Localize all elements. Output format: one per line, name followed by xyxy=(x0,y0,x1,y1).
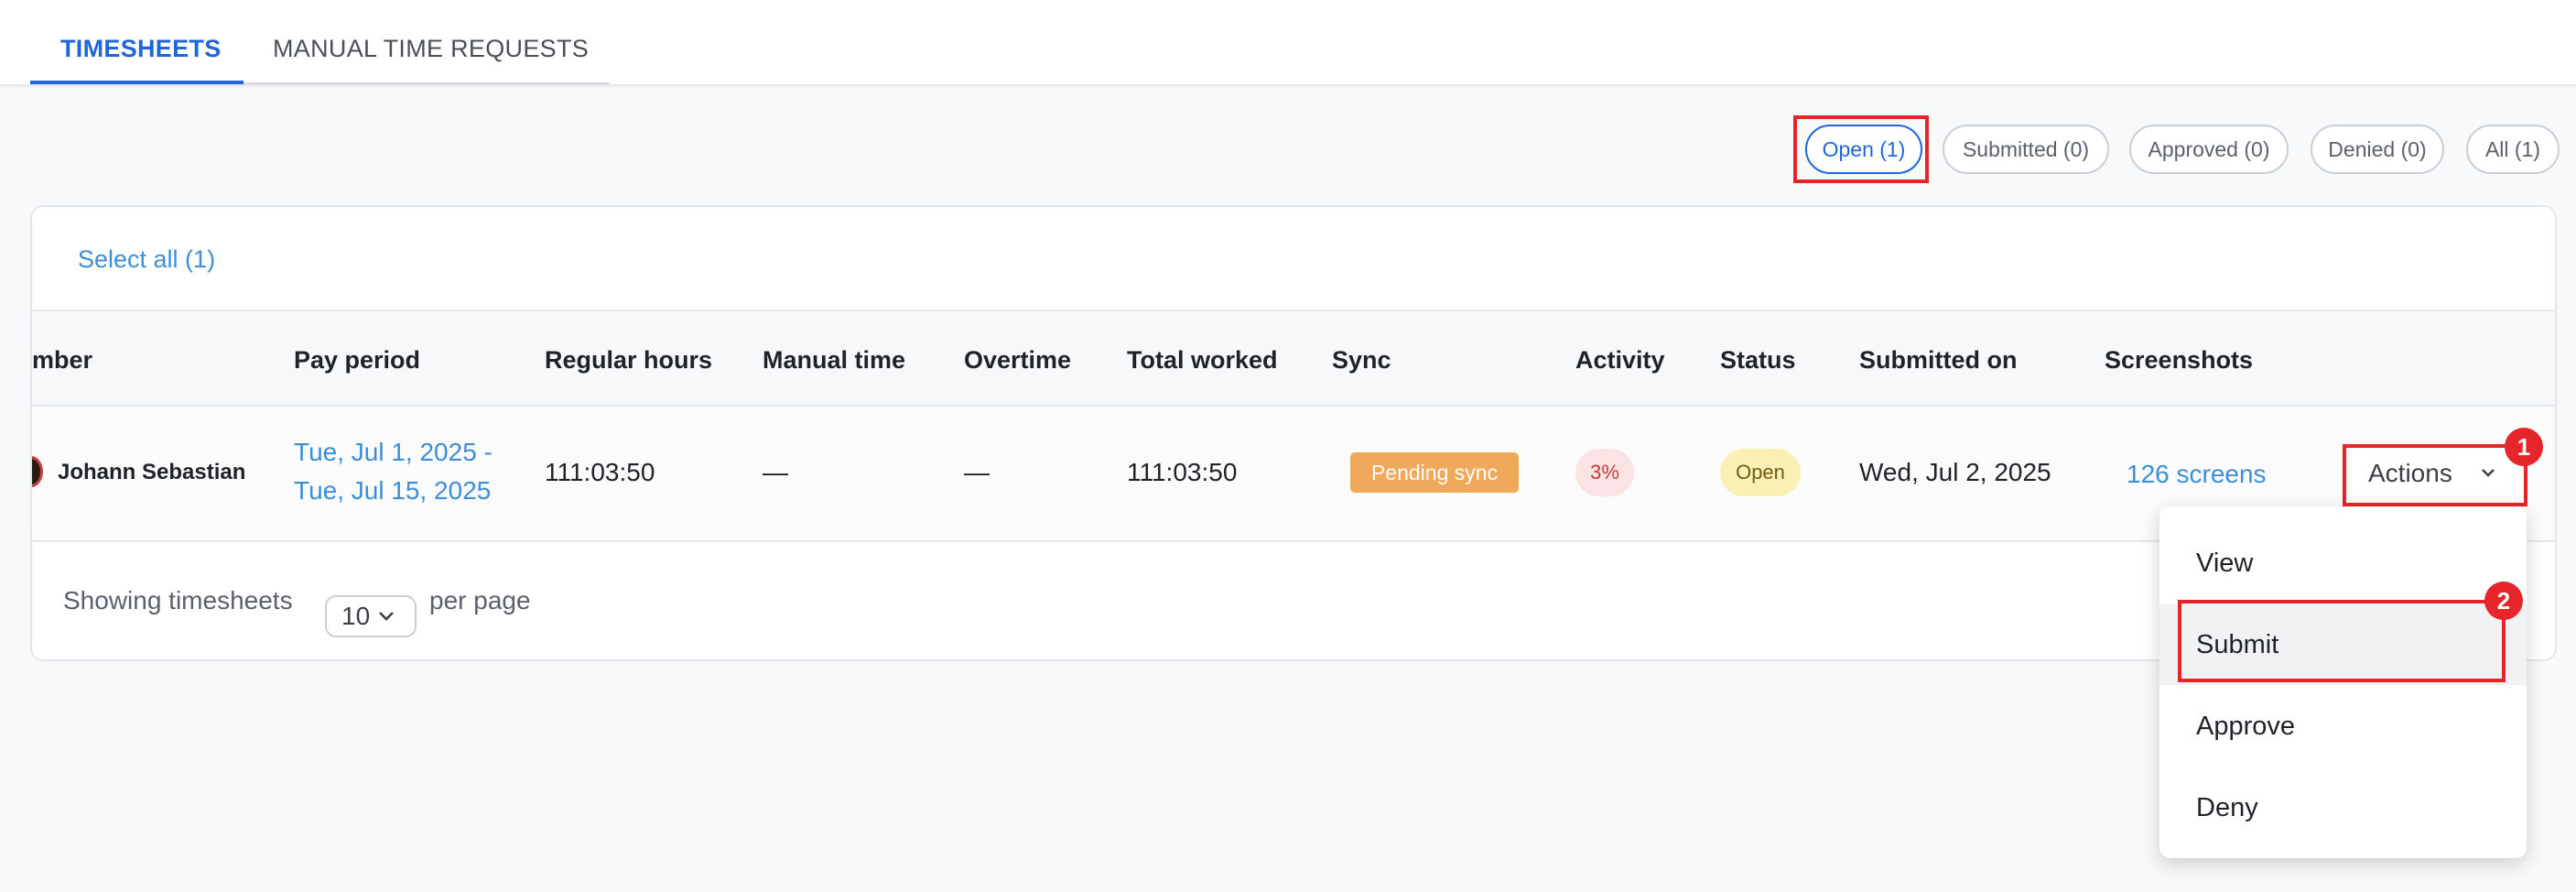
regular-hours-value: 111:03:50 xyxy=(545,458,655,486)
highlight-actions-button xyxy=(2343,444,2527,506)
select-all-link[interactable]: Select all (1) xyxy=(78,245,215,274)
per-page-select[interactable]: 10 xyxy=(325,595,417,637)
top-tab-bar: TIMESHEETS MANUAL TIME REQUESTS xyxy=(0,0,2576,86)
sync-status-badge: Pending sync xyxy=(1350,452,1519,493)
header-sync[interactable]: Sync xyxy=(1332,346,1391,375)
chevron-down-icon xyxy=(379,612,395,621)
tab-manual-time-requests[interactable]: MANUAL TIME REQUESTS xyxy=(273,35,589,63)
tab-timesheets[interactable]: TIMESHEETS xyxy=(60,35,222,63)
filter-submitted[interactable]: Submitted (0) xyxy=(1943,125,2109,174)
total-worked-value: 111:03:50 xyxy=(1127,458,1238,486)
filter-denied[interactable]: Denied (0) xyxy=(2311,125,2444,174)
actions-menu: View Submit Approve Deny xyxy=(2159,506,2527,858)
header-total-worked[interactable]: Total worked xyxy=(1127,346,1278,375)
pay-period-end[interactable]: Tue, Jul 15, 2025 xyxy=(294,476,491,506)
filter-approved[interactable]: Approved (0) xyxy=(2129,125,2289,174)
header-pay-period[interactable]: Pay period xyxy=(294,346,420,375)
member-name[interactable]: Johann Sebastian xyxy=(58,460,245,485)
avatar xyxy=(32,456,43,487)
manual-time-value: — xyxy=(763,458,788,486)
header-screenshots[interactable]: Screenshots xyxy=(2105,346,2253,375)
menu-item-view[interactable]: View xyxy=(2159,523,2527,604)
activity-badge: 3% xyxy=(1575,449,1634,496)
annotation-badge-1: 1 xyxy=(2505,428,2543,466)
filter-all[interactable]: All (1) xyxy=(2466,125,2560,174)
highlight-open-filter xyxy=(1793,115,1929,183)
header-manual-time[interactable]: Manual time xyxy=(763,346,905,375)
header-member[interactable]: mber xyxy=(32,346,92,375)
menu-item-deny[interactable]: Deny xyxy=(2159,767,2527,848)
header-submitted-on[interactable]: Submitted on xyxy=(1859,346,2017,375)
header-activity[interactable]: Activity xyxy=(1575,346,1665,375)
annotation-badge-2: 2 xyxy=(2484,582,2523,620)
per-page-value: 10 xyxy=(341,602,371,630)
highlight-submit-item xyxy=(2178,600,2506,682)
screenshots-link[interactable]: 126 screens xyxy=(2127,460,2267,489)
overtime-value: — xyxy=(964,458,990,486)
pay-period-start[interactable]: Tue, Jul 1, 2025 - xyxy=(294,438,492,467)
header-regular-hours[interactable]: Regular hours xyxy=(545,346,712,375)
menu-item-approve[interactable]: Approve xyxy=(2159,686,2527,767)
per-page-suffix: per page xyxy=(429,586,531,615)
status-badge: Open xyxy=(1720,449,1801,496)
tab-divider xyxy=(244,82,610,84)
table-header: mber Pay period Regular hours Manual tim… xyxy=(32,310,2555,407)
submitted-on-value: Wed, Jul 2, 2025 xyxy=(1859,458,2051,486)
header-overtime[interactable]: Overtime xyxy=(964,346,1071,375)
showing-timesheets-label: Showing timesheets xyxy=(63,586,293,615)
active-tab-indicator xyxy=(30,81,244,84)
header-status[interactable]: Status xyxy=(1720,346,1796,375)
